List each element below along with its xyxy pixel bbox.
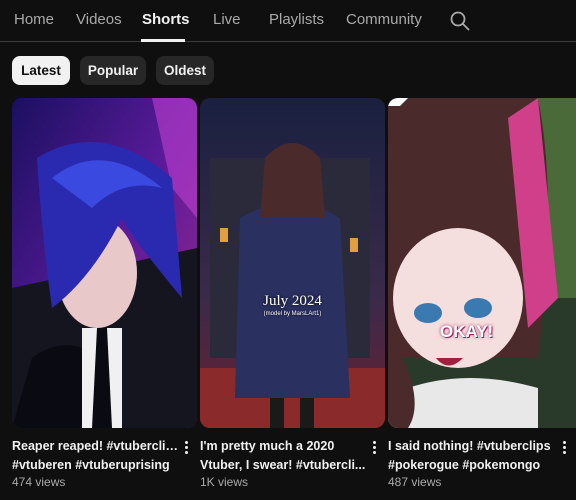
short-title-1-line1[interactable]: Reaper reaped! #vtuberclips [12,437,180,456]
short-title-1-line2[interactable]: #vtuberen #vtuberuprising [12,456,180,475]
tab-live[interactable]: Live [213,11,241,28]
short-views-1: 474 views [12,475,66,489]
short-thumbnail-2[interactable]: July 2024 (model by MarsLArt1) [200,98,385,428]
more-options-icon[interactable] [368,439,380,457]
short-title-3-line1[interactable]: I said nothing! #vtuberclips [388,437,554,456]
search-icon[interactable] [449,10,471,32]
short-title-2-line1[interactable]: I'm pretty much a 2020 [200,437,366,456]
tab-home[interactable]: Home [14,11,54,28]
chip-oldest[interactable]: Oldest [156,56,214,85]
short-views-3: 487 views [388,475,442,489]
short-thumbnail-3[interactable]: OKAY! [388,98,576,428]
tab-videos[interactable]: Videos [76,11,122,28]
overlay-date-text: July 2024 [263,293,322,309]
chip-latest[interactable]: Latest [12,56,70,85]
more-options-icon[interactable] [558,439,570,457]
short-views-2: 1K views [200,475,249,489]
overlay-okay-text: OKAY! [440,322,494,341]
short-thumbnail-image [388,98,576,428]
overlay-credit-text: (model by MarsLArt1) [263,311,322,317]
tab-shorts[interactable]: Shorts [142,11,190,28]
active-tab-indicator [141,39,185,42]
channel-tab-bar: Home Videos Shorts Live Playlists Commun… [0,0,576,42]
short-thumbnail-1[interactable] [12,98,197,428]
short-thumbnail-image [12,98,197,428]
short-title-2-line2[interactable]: Vtuber, I swear! #vtubercli... [200,456,366,475]
short-thumbnail-image [200,98,385,428]
more-options-icon[interactable] [180,439,192,457]
tab-community[interactable]: Community [346,11,422,28]
short-title-3-line2[interactable]: #pokerogue #pokemongo [388,456,554,475]
tab-playlists[interactable]: Playlists [269,11,324,28]
chip-popular[interactable]: Popular [80,56,146,85]
